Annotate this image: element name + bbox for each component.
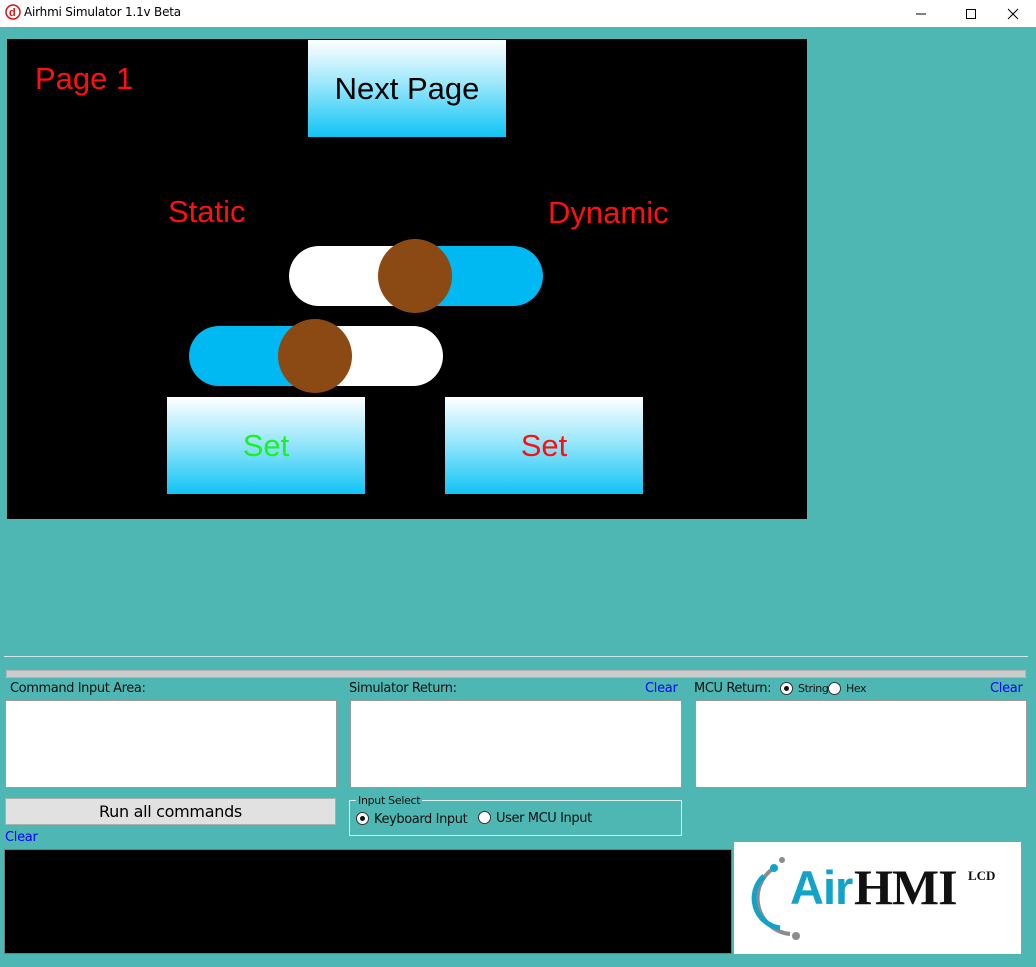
mcu-string-label: String [798,682,829,695]
simulator-clear-link[interactable]: Clear [645,681,678,696]
maximize-icon [966,8,976,19]
user-mcu-input-label: User MCU Input [496,811,592,826]
mcu-hex-radio[interactable] [828,682,841,695]
page-label: Page 1 [35,61,134,96]
static-label: Static [168,194,246,229]
mcu-return-textarea[interactable] [695,700,1027,788]
command-clear-link[interactable]: Clear [5,830,38,845]
minimize-button[interactable] [898,0,944,27]
panel-divider [4,656,1028,657]
keyboard-input-label: Keyboard Input [374,812,468,827]
run-all-commands-button[interactable]: Run all commands [5,798,336,825]
dynamic-label: Dynamic [548,195,669,230]
simulator-return-label: Simulator Return: [349,681,457,696]
minimize-icon [916,13,926,14]
logo-air-text: Air [790,861,853,914]
hmi-screen: Page 1 Next Page Static Dynamic Set Set [7,39,807,519]
log-console[interactable] [4,849,732,954]
command-input-label: Command Input Area: [10,681,146,696]
user-mcu-input-radio[interactable] [478,811,491,824]
title-bar: d Airhmi Simulator 1.1v Beta [0,0,1036,27]
mcu-clear-link[interactable]: Clear [990,681,1023,696]
set-static-button[interactable]: Set [167,397,365,494]
airhmi-logo: Air HMI LCD [734,842,1021,954]
command-input-textarea[interactable] [5,700,337,788]
simulator-return-textarea[interactable] [350,700,682,788]
svg-text:d: d [9,7,16,19]
static-toggle-knob[interactable] [278,319,352,393]
keyboard-input-radio[interactable] [356,812,369,825]
maximize-button[interactable] [948,0,994,27]
close-icon [1007,8,1019,19]
mcu-string-radio[interactable] [780,682,793,695]
set-dynamic-button[interactable]: Set [445,397,643,494]
window-title: Airhmi Simulator 1.1v Beta [24,5,181,19]
progress-bar [6,670,1026,678]
input-select-legend: Input Select [356,794,423,807]
logo-hmi-text: HMI [854,859,958,915]
dynamic-toggle-knob[interactable] [378,239,452,313]
logo-lcd-text: LCD [968,868,996,883]
mcu-return-label: MCU Return: [694,681,772,696]
close-button[interactable] [990,0,1036,27]
mcu-hex-label: Hex [846,682,867,695]
next-page-button[interactable]: Next Page [308,40,506,137]
app-logo-icon: d [5,4,21,20]
